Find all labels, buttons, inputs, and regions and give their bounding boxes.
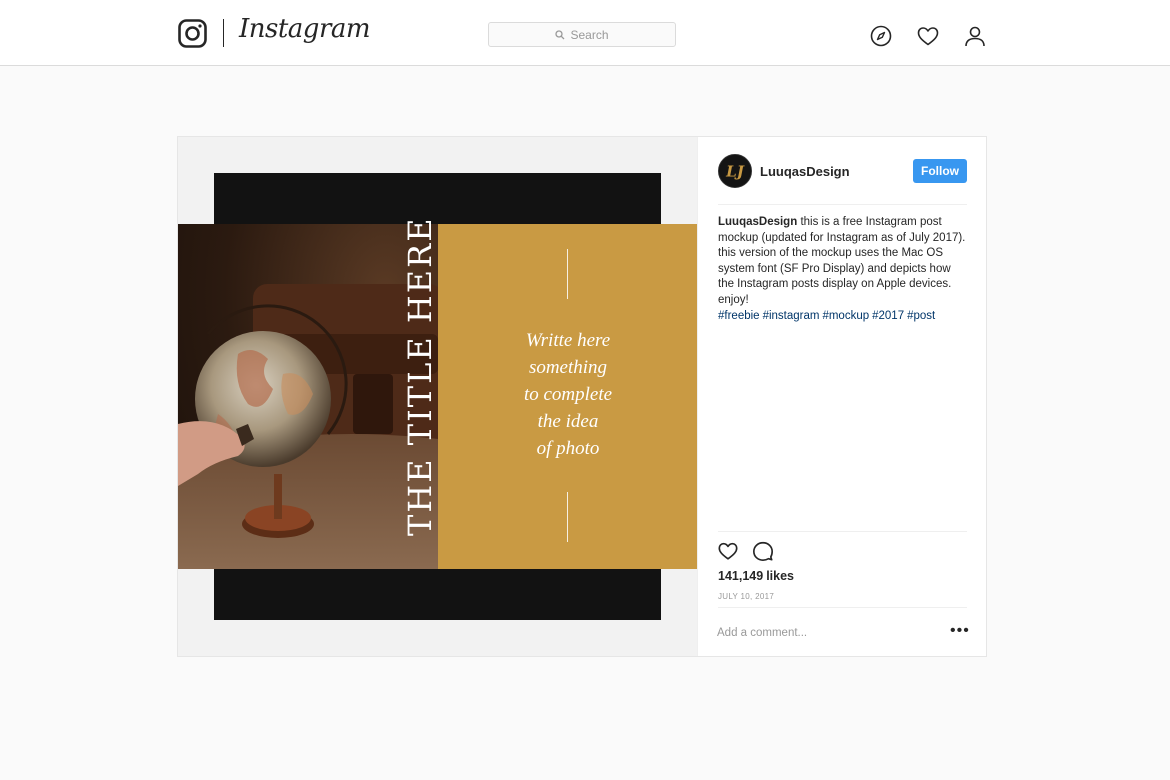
avatar-initials: LJ xyxy=(725,163,745,181)
caption-username[interactable]: LuuqasDesign xyxy=(718,216,797,228)
comment-bubble-icon[interactable] xyxy=(752,540,774,562)
comment-input[interactable] xyxy=(717,623,937,643)
hashtag[interactable]: #mockup xyxy=(822,310,869,322)
search-icon xyxy=(555,29,565,39)
divider xyxy=(718,531,967,532)
likes-label: likes xyxy=(766,569,794,583)
hashtag[interactable]: #freebie xyxy=(718,310,760,322)
post-artwork: Writte here something to complete the id… xyxy=(178,216,697,569)
top-navigation-bar: Instagram Search xyxy=(0,0,1170,66)
artwork-title: THE TITLE HERE xyxy=(401,216,439,536)
instagram-camera-icon[interactable] xyxy=(178,19,207,48)
more-options-icon[interactable]: ••• xyxy=(950,623,969,642)
post-author-username[interactable]: LuuqasDesign xyxy=(760,164,850,179)
hashtag[interactable]: #post xyxy=(907,310,935,322)
instagram-wordmark[interactable]: Instagram xyxy=(239,14,371,44)
likes-number: 141,149 xyxy=(718,569,764,583)
post-date: JULY 10, 2017 xyxy=(718,592,775,601)
heart-icon[interactable] xyxy=(916,24,940,48)
post-image[interactable]: Writte here something to complete the id… xyxy=(178,137,697,656)
brand-divider xyxy=(223,19,224,47)
like-heart-icon[interactable] xyxy=(717,540,739,562)
divider xyxy=(718,204,967,205)
caption-text: this is a free Instagram post mockup (up… xyxy=(718,216,966,306)
compass-icon[interactable] xyxy=(869,24,893,48)
likes-count[interactable]: 141,149 likes xyxy=(718,569,794,583)
avatar[interactable]: LJ xyxy=(718,154,752,188)
person-icon[interactable] xyxy=(963,24,987,48)
divider xyxy=(718,607,967,608)
hashtag[interactable]: #instagram xyxy=(763,310,820,322)
hashtag[interactable]: #2017 xyxy=(872,310,904,322)
post-card: Writte here something to complete the id… xyxy=(177,136,987,657)
post-sidebar: LJ LuuqasDesign Follow LuuqasDesign this… xyxy=(697,137,986,656)
search-box[interactable]: Search xyxy=(488,22,676,47)
follow-button[interactable]: Follow xyxy=(913,159,967,183)
post-caption: LuuqasDesign this is a free Instagram po… xyxy=(718,215,967,324)
artwork-title-wrapper: THE TITLE HERE xyxy=(251,216,596,569)
search-placeholder: Search xyxy=(570,27,609,42)
